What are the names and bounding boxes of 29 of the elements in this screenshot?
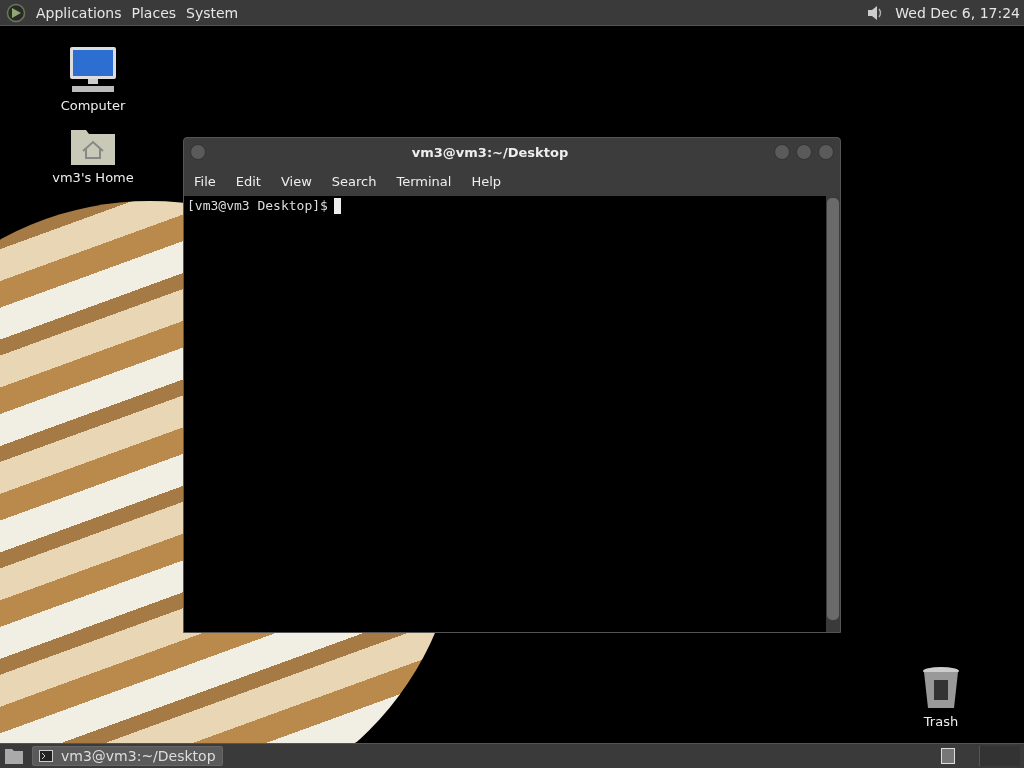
- computer-icon[interactable]: [68, 46, 118, 94]
- scrollbar-thumb[interactable]: [827, 198, 839, 620]
- menu-item[interactable]: Edit: [235, 173, 261, 189]
- panel-menu[interactable]: Applications: [36, 4, 122, 21]
- shell-prompt: [vm3@vm3 Desktop]$: [187, 198, 328, 213]
- scrollbar[interactable]: [826, 196, 840, 632]
- folder-icon[interactable]: [4, 747, 24, 765]
- menu-item[interactable]: Help: [471, 173, 502, 189]
- close-button[interactable]: [818, 144, 834, 160]
- panel-menu[interactable]: System: [186, 4, 239, 21]
- logo-icon[interactable]: [6, 2, 26, 23]
- text-cursor: [333, 198, 341, 214]
- clock[interactable]: Wed Dec 6, 17:24: [895, 4, 1020, 21]
- menu-item[interactable]: View: [280, 173, 312, 189]
- panel-menu[interactable]: Places: [131, 4, 177, 21]
- terminal-icon: [39, 750, 53, 762]
- icon-label[interactable]: Computer: [60, 98, 126, 113]
- taskbar-button[interactable]: vm3@vm3:~/Desktop: [32, 746, 223, 766]
- trash-icon[interactable]: [921, 666, 961, 710]
- window-title: vm3@vm3:~/Desktop: [410, 144, 570, 160]
- icon-label[interactable]: vm3's Home: [52, 170, 134, 185]
- minimize-button[interactable]: [774, 144, 790, 160]
- menu-item[interactable]: File: [194, 173, 216, 189]
- menu-item[interactable]: Search: [331, 173, 377, 189]
- workspace-switcher[interactable]: [979, 746, 1020, 766]
- icon-label[interactable]: Trash: [923, 714, 959, 729]
- window-menu-button[interactable]: [190, 144, 206, 160]
- maximize-button[interactable]: [796, 144, 812, 160]
- menu-item[interactable]: Terminal: [396, 173, 452, 189]
